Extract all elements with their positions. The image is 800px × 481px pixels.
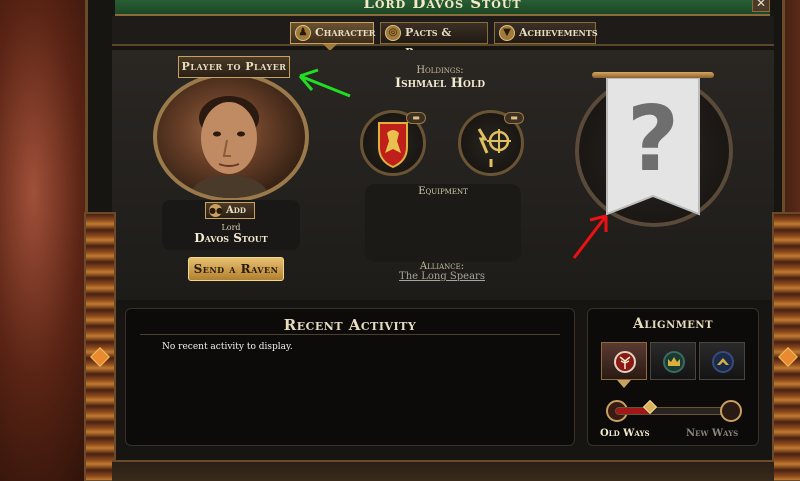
sigil-badge-icon: ▬ xyxy=(406,112,426,124)
new-ways-label: New Ways xyxy=(686,428,739,439)
holdings-label: Holdings: xyxy=(416,65,464,76)
alignment-selected-caret xyxy=(617,380,631,388)
right-ornament xyxy=(772,212,800,481)
alignment-option-new-ways[interactable] xyxy=(699,342,745,380)
tab-character[interactable]: ♟ Character xyxy=(290,22,376,44)
chevron-up-icon xyxy=(712,351,734,373)
tab-pacts-power[interactable]: ◎ Pacts & Power xyxy=(380,22,488,59)
alliance-link[interactable]: The Long Spears xyxy=(382,271,502,282)
holdings-value: Ishmael Hold xyxy=(395,76,485,91)
alignment-option-old-ways[interactable] xyxy=(601,342,647,380)
add-label: Add xyxy=(226,205,246,216)
character-name: Davos Stout xyxy=(194,231,268,245)
person-icon: ♟ xyxy=(295,25,311,41)
trophy-icon: ▼ xyxy=(499,25,515,41)
recent-activity-empty-text: No recent activity to display. xyxy=(162,342,293,352)
sigil-badge-icon: ▬ xyxy=(504,112,524,124)
recent-activity-title: Recent Activity xyxy=(283,316,417,334)
old-ways-label: Old Ways xyxy=(600,428,650,439)
red-arrow-annotation xyxy=(572,214,608,259)
send-raven-button[interactable]: Send a Raven xyxy=(188,257,284,281)
alignment-option-crown[interactable] xyxy=(650,342,696,380)
alignment-slider-track[interactable] xyxy=(615,407,731,415)
tab-label: Achievements xyxy=(519,26,598,39)
equipment-label: Equipment xyxy=(418,186,468,197)
tab-achievements[interactable]: ▼ Achievements xyxy=(494,22,598,44)
player-to-player-button[interactable]: Player to Player xyxy=(178,56,290,78)
crown-icon xyxy=(663,351,685,373)
alignment-title: Alignment xyxy=(632,316,714,332)
close-button[interactable]: ✕ xyxy=(752,0,770,12)
title-bar: Lord Davos Stout xyxy=(115,0,770,16)
green-arrow-annotation xyxy=(298,68,351,98)
add-people-icon: ●● xyxy=(209,204,223,217)
question-mark-icon: ? xyxy=(626,87,680,192)
tab-label: Character xyxy=(315,26,376,39)
add-friend-button[interactable]: ●● Add xyxy=(205,202,255,219)
rings-icon: ◎ xyxy=(385,25,401,41)
window-title: Lord Davos Stout xyxy=(363,0,522,12)
character-portrait xyxy=(153,72,309,202)
bottom-bar xyxy=(112,460,774,481)
new-ways-star-icon xyxy=(720,400,742,422)
divider xyxy=(140,334,560,335)
tab-bar: ♟ Character ◎ Pacts & Power ▼ Achievemen… xyxy=(112,16,774,59)
weirwood-tree-icon xyxy=(614,351,636,373)
